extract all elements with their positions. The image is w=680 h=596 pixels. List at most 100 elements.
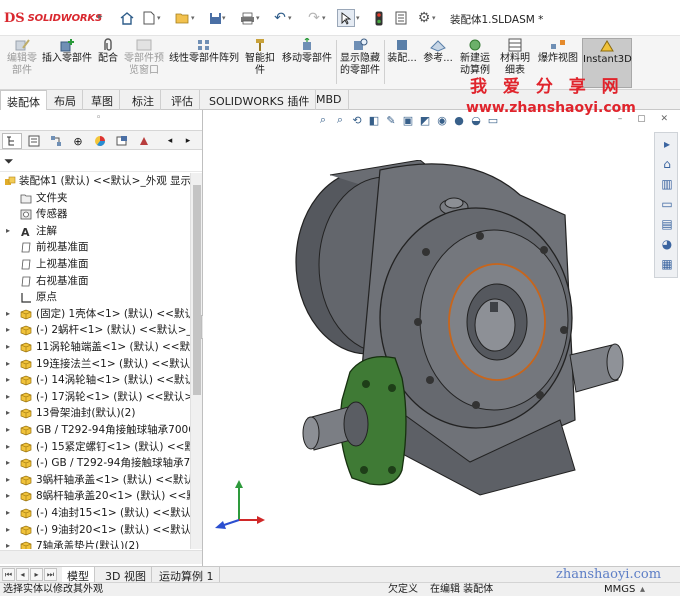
expand-arrow-icon[interactable]: ▸ [6, 306, 10, 323]
tree-item-root-assembly[interactable]: 装配体1 (默认) <<默认>_外观 显示状 [0, 173, 190, 190]
tree-item-component[interactable]: ▸ (-) 17涡轮<1> (默认) <<默认>_ [0, 389, 190, 406]
expand-arrow-icon[interactable]: ▸ [6, 356, 10, 373]
tree-filter-row[interactable]: ⏷ [0, 152, 202, 172]
edit-appearance-icon[interactable]: ● [452, 113, 466, 127]
tabs-scroll-left-icon[interactable]: ◂ [160, 133, 180, 149]
prev-tab-icon[interactable]: ◂ [16, 568, 29, 581]
appearance-tab-icon[interactable] [134, 133, 154, 149]
tree-vertical-scrollbar[interactable] [190, 173, 202, 549]
tree-item-annotations[interactable]: ▸ A 注解 [0, 223, 190, 240]
file-properties-icon[interactable] [392, 9, 410, 27]
tree-item-component[interactable]: ▸ (-) 15紧定螺钉<1> (默认) <<默认 [0, 439, 190, 456]
move-component-button[interactable]: 移动零部件 [280, 38, 334, 88]
task-pane-expand-icon[interactable]: ▸ [658, 135, 676, 153]
expand-arrow-icon[interactable]: ▸ [6, 339, 10, 356]
tree-item-component[interactable]: ▸ 11涡轮轴端盖<1> (默认) <<默认> [0, 339, 190, 356]
expand-arrow-icon[interactable]: ▸ [6, 322, 10, 339]
print-icon[interactable] [238, 9, 256, 27]
dropdown-arrow-icon[interactable]: ▾ [288, 14, 295, 24]
next-tab-icon[interactable]: ▸ [30, 568, 43, 581]
expand-arrow-icon[interactable]: ▸ [6, 522, 10, 539]
tab-markup[interactable]: 标注 [126, 90, 161, 110]
dropdown-arrow-icon[interactable]: ▾ [157, 14, 164, 24]
status-units-dropdown-icon[interactable]: ▴ [640, 583, 645, 596]
select-pointer-icon[interactable] [337, 9, 355, 27]
zoom-to-fit-icon[interactable]: ⌕ [316, 113, 330, 127]
graphics-area[interactable]: ⌕ ⌕ ⟲ ◧ ✎ ▣ ◩ ◉ ● ◒ ▭ – ▢ ✕ [203, 110, 680, 566]
menu-expand-arrow-icon[interactable]: ▸ [98, 12, 103, 22]
open-folder-icon[interactable] [173, 9, 191, 27]
tabs-scroll-right-icon[interactable]: ▸ [178, 133, 198, 149]
reference-geometry-button[interactable]: 参考... [421, 38, 455, 88]
solidworks-logo[interactable]: 𝐃𝐒 SOLIDWORKS [4, 11, 102, 26]
gearbox-3d-model[interactable] [260, 160, 660, 530]
appearances-scenes-icon[interactable]: ◕ [658, 235, 676, 253]
new-document-icon[interactable] [140, 9, 158, 27]
scrollbar-thumb[interactable] [193, 185, 201, 395]
status-units[interactable]: MMGS [604, 583, 635, 596]
cam-manager-tab-icon[interactable] [112, 133, 132, 149]
view-palette-icon[interactable]: ▤ [658, 215, 676, 233]
configuration-manager-tab-icon[interactable] [46, 133, 66, 149]
tree-item-component[interactable]: ▸ 7轴承盖垫片(默认)(2) [0, 538, 190, 549]
tree-item-component[interactable]: ▸ 19连接法兰<1> (默认) <<默认>_ [0, 356, 190, 373]
pane-grip-icon[interactable]: ◦ [96, 113, 101, 123]
tab-assembly[interactable]: 装配体 [0, 90, 47, 111]
hide-show-items-icon[interactable]: ◉ [435, 113, 449, 127]
expand-arrow-icon[interactable]: ▸ [6, 405, 10, 422]
tree-item-component[interactable]: ▸ 3蜗杆轴承盖<1> (默认) <<默认> [0, 472, 190, 489]
show-hidden-components-button[interactable]: 显示隐藏 的零部件 [338, 38, 382, 88]
dropdown-arrow-icon[interactable]: ▾ [356, 14, 363, 24]
expand-arrow-icon[interactable]: ▸ [6, 472, 10, 489]
tree-item-component[interactable]: ▸ (-) 14涡轮轴<1> (默认) <<默认> [0, 372, 190, 389]
tree-item-component[interactable]: ▸ 13骨架油封(默认)(2) [0, 405, 190, 422]
tab-evaluate[interactable]: 评估 [165, 90, 200, 110]
tab-sketch[interactable]: 草图 [85, 90, 120, 110]
tab-3d-views[interactable]: 3D 视图 [100, 567, 152, 583]
rebuild-traffic-light-icon[interactable] [370, 9, 388, 27]
undo-icon[interactable]: ↶ [271, 9, 289, 27]
dynamic-annotation-icon[interactable]: ✎ [384, 113, 398, 127]
dropdown-arrow-icon[interactable]: ▾ [222, 14, 229, 24]
expand-arrow-icon[interactable]: ▸ [6, 505, 10, 522]
expand-arrow-icon[interactable]: ▸ [6, 439, 10, 456]
smart-fasteners-button[interactable]: 智能扣件 [242, 38, 278, 88]
tab-model[interactable]: 模型 [62, 567, 95, 583]
tab-mbd[interactable]: MBD [310, 90, 349, 110]
edit-component-button[interactable]: 编辑零 部件 [4, 38, 40, 88]
filter-funnel-icon[interactable]: ⏷ [4, 154, 14, 169]
tab-layout[interactable]: 布局 [48, 90, 83, 110]
tab-motion-study-1[interactable]: 运动算例 1 [154, 567, 220, 583]
dropdown-arrow-icon[interactable]: ▾ [432, 14, 439, 24]
tree-horizontal-scrollbar[interactable] [0, 550, 202, 564]
section-view-icon[interactable]: ◧ [367, 113, 381, 127]
dropdown-arrow-icon[interactable]: ▾ [322, 14, 329, 24]
display-style-icon[interactable]: ◩ [418, 113, 432, 127]
expand-arrow-icon[interactable]: ▸ [6, 389, 10, 406]
tree-item-sensors[interactable]: 传感器 [0, 206, 190, 223]
custom-properties-icon[interactable]: ▦ [658, 255, 676, 273]
dropdown-arrow-icon[interactable]: ▾ [191, 14, 198, 24]
first-tab-icon[interactable]: ⏮ [2, 568, 15, 581]
property-manager-tab-icon[interactable] [24, 133, 44, 149]
expand-arrow-icon[interactable]: ▸ [6, 372, 10, 389]
file-explorer-icon[interactable]: ▭ [658, 195, 676, 213]
tree-item-component[interactable]: ▸ 8蜗杆轴承盖20<1> (默认) <<默 [0, 488, 190, 505]
linear-component-pattern-button[interactable]: 线性零部件阵列 [168, 38, 240, 88]
expand-arrow-icon[interactable]: ▸ [6, 538, 10, 549]
tree-item-component[interactable]: ▸ (-) 2蜗杆<1> (默认) <<默认>_显 [0, 322, 190, 339]
tree-item-origin[interactable]: 原点 [0, 289, 190, 306]
insert-components-button[interactable]: 插入零部件 [41, 38, 93, 88]
tree-item-front-plane[interactable]: 前视基准面 [0, 239, 190, 256]
dimxpert-manager-tab-icon[interactable]: ⊕ [68, 133, 88, 149]
solidworks-resources-home-icon[interactable]: ⌂ [658, 155, 676, 173]
tree-item-folder[interactable]: 文件夹 [0, 190, 190, 207]
mate-button[interactable]: 配合 [96, 38, 120, 88]
tab-solidworks-addins[interactable]: SOLIDWORKS 插件 [203, 90, 317, 110]
expand-arrow-icon[interactable]: ▸ [6, 488, 10, 505]
zoom-to-area-icon[interactable]: ⌕ [333, 113, 347, 127]
tree-item-component[interactable]: ▸ (固定) 1壳体<1> (默认) <<默认>_ [0, 306, 190, 323]
design-library-icon[interactable]: ▥ [658, 175, 676, 193]
tree-item-component[interactable]: ▸ (-) 9油封20<1> (默认) <<默认> [0, 522, 190, 539]
tree-item-component[interactable]: ▸ GB / T292-94角接触球轴承7006 [0, 422, 190, 439]
